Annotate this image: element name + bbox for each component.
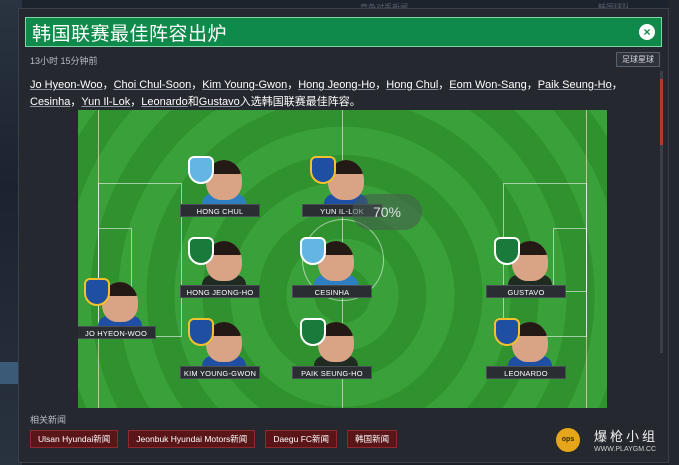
player-card[interactable]: LEONARDO xyxy=(486,316,566,379)
related-news-tags: Ulsan Hyundai新闻 Jeonbuk Hyundai Motors新闻 D… xyxy=(30,430,398,448)
club-crest-icon xyxy=(310,156,336,184)
site-watermark: ops 爆枪小组 WWW.PLAYGM.CC xyxy=(556,422,674,462)
club-crest-icon xyxy=(300,318,326,346)
scrollbar[interactable] xyxy=(660,71,663,353)
player-link[interactable]: Eom Won-Sang xyxy=(449,79,526,91)
body-text-fragment: ， xyxy=(438,79,450,91)
background-badge xyxy=(0,362,20,384)
news-timestamp: 13小时 15分钟前 xyxy=(30,56,98,66)
club-crest-icon xyxy=(84,278,110,306)
player-name-label: PAIK SEUNG-HO xyxy=(292,366,372,379)
player-name-label: JO HYEON-WOO xyxy=(78,326,156,339)
body-text-fragment: ， xyxy=(102,79,114,91)
player-card[interactable]: CESINHA xyxy=(292,235,372,298)
player-name-label: LEONARDO xyxy=(486,366,566,379)
player-link[interactable]: Leonardo xyxy=(141,96,188,108)
body-text-fragment: ， xyxy=(70,96,82,108)
related-news-tag[interactable]: Jeonbuk Hyundai Motors新闻 xyxy=(128,430,256,448)
player-name-label: KIM YOUNG-GWON xyxy=(180,366,260,379)
body-text-fragment: 入选韩国联赛最佳阵容。 xyxy=(239,96,361,108)
body-text-fragment: ， xyxy=(191,79,203,91)
watermark-logo-icon: ops xyxy=(556,428,580,452)
watermark-url: WWW.PLAYGM.CC xyxy=(594,446,657,453)
scrollbar-thumb[interactable] xyxy=(660,79,663,145)
news-modal: 韩国联赛最佳阵容出炉 × 13小时 15分钟前 足球星球 Jo Hyeon-Wo… xyxy=(18,8,669,463)
player-card[interactable]: PAIK SEUNG-HO xyxy=(292,316,372,379)
player-link[interactable]: Kim Young-Gwon xyxy=(202,79,287,91)
player-link[interactable]: Hong Jeong-Ho xyxy=(298,79,375,91)
player-link[interactable]: Cesinha xyxy=(30,96,70,108)
background-right-panel xyxy=(669,0,679,465)
player-link[interactable]: Paik Seung-Ho xyxy=(538,79,612,91)
player-card[interactable]: HONG CHUL xyxy=(180,154,260,217)
player-card[interactable]: HONG JEONG-HO xyxy=(180,235,260,298)
modal-title-bar: 韩国联赛最佳阵容出炉 × xyxy=(25,17,662,47)
club-crest-icon xyxy=(188,156,214,184)
close-icon[interactable]: × xyxy=(639,24,655,40)
player-link[interactable]: Yun Il-Lok xyxy=(81,96,130,108)
player-link[interactable]: Choi Chul-Soon xyxy=(114,79,192,91)
player-name-label: GUSTAVO xyxy=(486,285,566,298)
player-card[interactable]: GUSTAVO xyxy=(486,235,566,298)
related-news-tag[interactable]: 韩国新闻 xyxy=(347,430,398,448)
related-news-tag[interactable]: Ulsan Hyundai新闻 xyxy=(30,430,119,448)
club-crest-icon xyxy=(494,237,520,265)
player-card[interactable]: JO HYEON-WOO xyxy=(78,276,156,339)
related-news-tag[interactable]: Daegu FC新闻 xyxy=(265,430,338,448)
player-name-label: HONG CHUL xyxy=(180,204,260,217)
club-crest-icon xyxy=(188,237,214,265)
related-news-label: 相关新闻 xyxy=(30,415,67,425)
body-text-fragment: ， xyxy=(526,79,538,91)
club-crest-icon xyxy=(494,318,520,346)
club-crest-icon xyxy=(188,318,214,346)
body-text-fragment: ， xyxy=(375,79,387,91)
screen: 竞争对手新闻 韩国球队 韩国联赛最佳阵容出炉 × 13小时 15分钟前 足球星球… xyxy=(0,0,679,465)
player-link[interactable]: Gustavo xyxy=(199,96,240,108)
modal-title: 韩国联赛最佳阵容出炉 xyxy=(32,23,228,45)
body-text-fragment: ， xyxy=(611,79,623,91)
club-crest-icon xyxy=(300,237,326,265)
watermark-title: 爆枪小组 xyxy=(594,429,659,444)
player-card[interactable]: KIM YOUNG-GWON xyxy=(180,316,260,379)
body-text-fragment: 和 xyxy=(187,96,199,108)
formation-pitch: HONG CHUL YUN IL-LOK HONG JEONG-HO CESINHA G… xyxy=(78,110,607,408)
player-link[interactable]: Jo Hyeon-Woo xyxy=(30,79,103,91)
follow-source-button[interactable]: 足球星球 xyxy=(616,52,660,67)
player-name-label: CESINHA xyxy=(292,285,372,298)
body-text-fragment: ， xyxy=(287,79,299,91)
match-percentage-badge: 70% xyxy=(352,194,422,230)
player-name-label: HONG JEONG-HO xyxy=(180,285,260,298)
player-link[interactable]: Hong Chul xyxy=(386,79,438,91)
body-text-fragment: ， xyxy=(130,96,142,108)
news-body: Jo Hyeon-Woo，Choi Chul-Soon，Kim Young-Gw… xyxy=(30,77,660,111)
